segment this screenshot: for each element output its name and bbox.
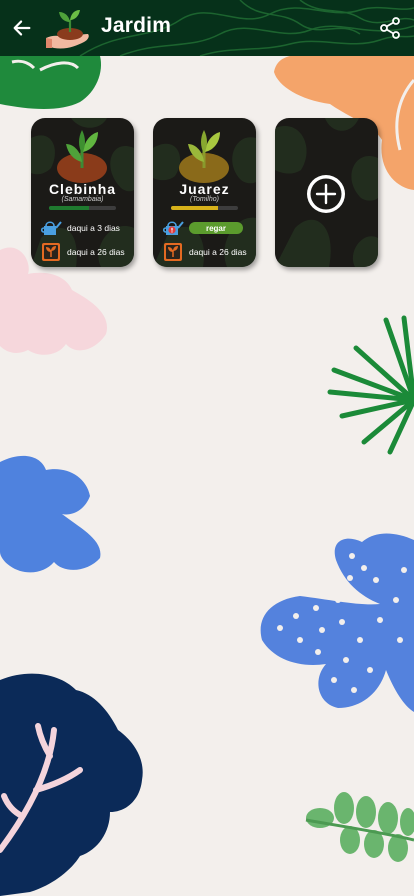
- watering-due-text: daqui a 3 dias: [67, 223, 120, 233]
- watering-can-icon: [40, 221, 62, 235]
- fertilizing-row: daqui a 26 dias: [162, 242, 247, 262]
- share-button[interactable]: [374, 12, 406, 44]
- health-bar-fill: [171, 206, 218, 210]
- plant-name: Juarez: [179, 181, 230, 197]
- plant-card[interactable]: Juarez (Tomilho) regar daqui a 26 dias: [153, 118, 256, 267]
- watering-row: daqui a 3 dias: [40, 218, 120, 238]
- fertilizer-bag-icon: [164, 243, 182, 261]
- plant-card[interactable]: Clebinha (Samambaia) daqui a 3 dias daqu…: [31, 118, 134, 267]
- plant-species: (Samambaia): [61, 196, 104, 203]
- potted-plant-icon: [57, 130, 107, 183]
- potted-plant-icon: [179, 130, 229, 183]
- watering-can-alert-icon: [162, 221, 184, 235]
- fertilizing-due-text: daqui a 26 dias: [67, 247, 125, 257]
- palm-leaf-right: [327, 315, 414, 455]
- add-plant-card[interactable]: [275, 118, 378, 267]
- water-now-button[interactable]: regar: [189, 222, 243, 234]
- plus-circle-icon: [307, 175, 345, 213]
- health-bar-fill: [49, 206, 90, 210]
- health-bar: [49, 206, 116, 210]
- blue-leaf-left: [0, 455, 101, 573]
- health-bar: [171, 206, 238, 210]
- fertilizing-row: daqui a 26 dias: [40, 242, 125, 262]
- app-bar: Jardim: [0, 0, 414, 56]
- watering-row: regar: [162, 218, 243, 238]
- arrow-left-icon: [13, 20, 31, 36]
- share-icon: [380, 17, 400, 39]
- navy-monstera-bottom-left: [0, 673, 143, 896]
- hand-holding-sprout-icon: [46, 10, 89, 49]
- fertilizer-bag-icon: [42, 243, 60, 261]
- dotted-blue-flower-right: [260, 533, 414, 712]
- fertilizing-due-text: daqui a 26 dias: [189, 247, 247, 257]
- plant-species: (Tomilho): [190, 196, 219, 203]
- back-button[interactable]: [6, 12, 38, 44]
- fern-leaf-bottom-right: [306, 792, 414, 862]
- page-title: Jardim: [101, 14, 172, 37]
- plant-name: Clebinha: [48, 181, 117, 197]
